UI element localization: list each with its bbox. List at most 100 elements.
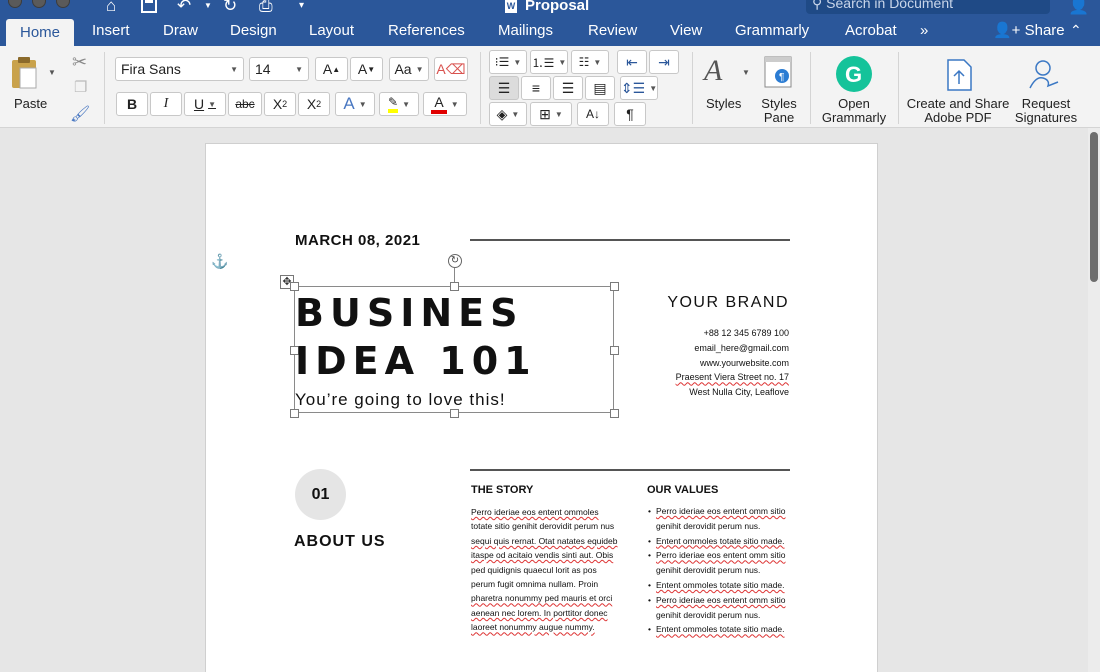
text-effects-button[interactable]: A ▼: [335, 92, 375, 116]
grammarly-icon[interactable]: G: [836, 56, 872, 97]
line-spacing-button[interactable]: ⇕☰ ▼: [620, 76, 658, 100]
chevron-down-icon: ▼: [230, 64, 238, 74]
bullets-button[interactable]: ⁝☰ ▼: [489, 50, 527, 74]
justify-button[interactable]: ▤: [585, 76, 615, 100]
tab-design[interactable]: Design: [230, 22, 277, 39]
create-pdf-icon[interactable]: [944, 58, 974, 97]
tab-review[interactable]: Review: [588, 22, 637, 39]
undo-dropdown-icon[interactable]: ▼: [204, 0, 212, 14]
sort-button[interactable]: A↓: [577, 102, 609, 126]
request-signatures-icon[interactable]: [1028, 58, 1062, 97]
cut-icon[interactable]: ✂: [72, 52, 87, 73]
align-center-button[interactable]: ≡: [521, 76, 551, 100]
section-rule: [470, 469, 790, 471]
home-icon[interactable]: ⌂: [106, 0, 116, 14]
story-line: pharetra nonummy ped mauris et orci: [471, 593, 613, 604]
story-line: ped quidignis quaecul lorit as pos: [471, 564, 597, 575]
strikethrough-button[interactable]: abc: [228, 92, 262, 116]
show-formatting-marks-button[interactable]: ¶: [614, 102, 646, 126]
tab-view[interactable]: View: [670, 22, 702, 39]
underline-button[interactable]: U ▼: [184, 92, 226, 116]
tab-home[interactable]: Home: [6, 19, 74, 46]
word-doc-icon: W: [505, 0, 517, 13]
resize-handle[interactable]: [290, 409, 299, 418]
vertical-scrollbar[interactable]: [1088, 128, 1100, 672]
document-page[interactable]: MARCH 08, 2021 ⚓ ✥ ↻ BUSINES IDEA 101 You…: [205, 143, 878, 672]
divider: [480, 52, 481, 124]
resize-handle[interactable]: [450, 409, 459, 418]
subscript-button[interactable]: X2: [264, 92, 296, 116]
font-name-dropdown[interactable]: Fira Sans ▼: [115, 57, 244, 81]
save-icon[interactable]: [141, 0, 157, 16]
document-canvas[interactable]: MARCH 08, 2021 ⚓ ✥ ↻ BUSINES IDEA 101 You…: [0, 128, 1100, 672]
customize-toolbar-icon[interactable]: ▾: [299, 0, 304, 14]
clear-formatting-button[interactable]: A⌫: [434, 57, 468, 81]
contact-street: Praesent Viera Street no. 17: [675, 372, 789, 383]
numbering-button[interactable]: ⒈☰ ▼: [530, 50, 568, 74]
brand-name: YOUR BRAND: [667, 294, 789, 311]
tab-mailings[interactable]: Mailings: [498, 22, 553, 39]
align-left-button[interactable]: ☰: [489, 76, 519, 100]
story-line: laoreet nonummy augue nummy.: [471, 622, 595, 633]
resize-handle[interactable]: [610, 346, 619, 355]
print-icon[interactable]: ⎙: [259, 0, 273, 14]
font-size-dropdown[interactable]: 14 ▼: [249, 57, 309, 81]
paste-dropdown-icon[interactable]: ▼: [48, 68, 56, 77]
resize-handle[interactable]: [610, 409, 619, 418]
zoom-window-button[interactable]: [56, 0, 70, 8]
list-item: Perro ideriae eos entent omm sitiogenihi…: [648, 504, 808, 534]
increase-indent-button[interactable]: ⇥: [649, 50, 679, 74]
grow-font-button[interactable]: A ▲: [315, 57, 348, 81]
more-tabs-icon[interactable]: »: [920, 22, 928, 39]
document-title-text[interactable]: BUSINES IDEA 101: [295, 289, 537, 385]
search-input[interactable]: ⚲ Search in Document: [806, 0, 1050, 14]
format-painter-icon[interactable]: 🖌: [70, 104, 90, 124]
scrollbar-thumb[interactable]: [1090, 132, 1098, 282]
align-right-button[interactable]: ☰: [553, 76, 583, 100]
rotate-handle-icon[interactable]: ↻: [448, 254, 462, 268]
borders-button[interactable]: ⊞ ▼: [530, 102, 572, 126]
resize-handle[interactable]: [610, 282, 619, 291]
story-line: perum fugit omnima nullam. Proin: [471, 579, 599, 590]
paste-icon[interactable]: [10, 56, 40, 95]
bold-button[interactable]: B: [116, 92, 148, 116]
share-button[interactable]: 👤+ Share: [993, 21, 1065, 39]
contact-city: West Nulla City, Leaflove: [689, 387, 789, 398]
redo-icon[interactable]: ↻: [223, 0, 237, 14]
superscript-button[interactable]: X2: [298, 92, 330, 116]
collapse-ribbon-icon[interactable]: ⌃: [1070, 22, 1082, 39]
section-number-badge: 01: [295, 469, 346, 520]
font-color-button[interactable]: A ▼: [423, 92, 467, 116]
shrink-font-button[interactable]: A ▼: [350, 57, 383, 81]
account-icon[interactable]: 👤: [1068, 0, 1089, 16]
create-share-pdf-label: Create and Share Adobe PDF: [906, 96, 1010, 125]
styles-pane-icon[interactable]: ¶: [764, 56, 794, 93]
shading-button[interactable]: ◈ ▼: [489, 102, 527, 126]
story-line: aenean nec lorem. In porttitor donec: [471, 607, 608, 618]
multilevel-list-button[interactable]: ☷ ▼: [571, 50, 609, 74]
italic-button[interactable]: I: [150, 92, 182, 116]
tab-layout[interactable]: Layout: [309, 22, 354, 39]
minimize-window-button[interactable]: [32, 0, 46, 8]
open-grammarly-label: Open Grammarly: [821, 96, 887, 125]
decrease-indent-button[interactable]: ⇤: [617, 50, 647, 74]
story-line: Perro ideriae eos entent ommoles: [471, 507, 599, 517]
styles-label: Styles: [706, 96, 742, 111]
undo-icon[interactable]: ↶: [177, 0, 191, 14]
tab-draw[interactable]: Draw: [163, 22, 198, 39]
font-size-value: 14: [255, 61, 271, 77]
tab-insert[interactable]: Insert: [92, 22, 130, 39]
close-window-button[interactable]: [8, 0, 22, 8]
change-case-button[interactable]: Aa ▼: [389, 57, 429, 81]
tab-references[interactable]: References: [388, 22, 465, 39]
contact-email: email_here@gmail.com: [694, 342, 789, 353]
tab-grammarly[interactable]: Grammarly: [735, 22, 809, 39]
styles-dropdown-icon[interactable]: ▼: [742, 68, 750, 77]
tab-acrobat[interactable]: Acrobat: [845, 22, 897, 39]
highlight-color-button[interactable]: ✎ ▼: [379, 92, 419, 116]
styles-icon[interactable]: A: [704, 54, 722, 88]
story-line: totate sitio genihit derovidit perum nus: [471, 521, 615, 532]
request-signatures-label: Request Signatures: [1014, 96, 1078, 125]
copy-icon[interactable]: ❐: [74, 78, 87, 96]
story-heading: THE STORY: [471, 484, 534, 496]
